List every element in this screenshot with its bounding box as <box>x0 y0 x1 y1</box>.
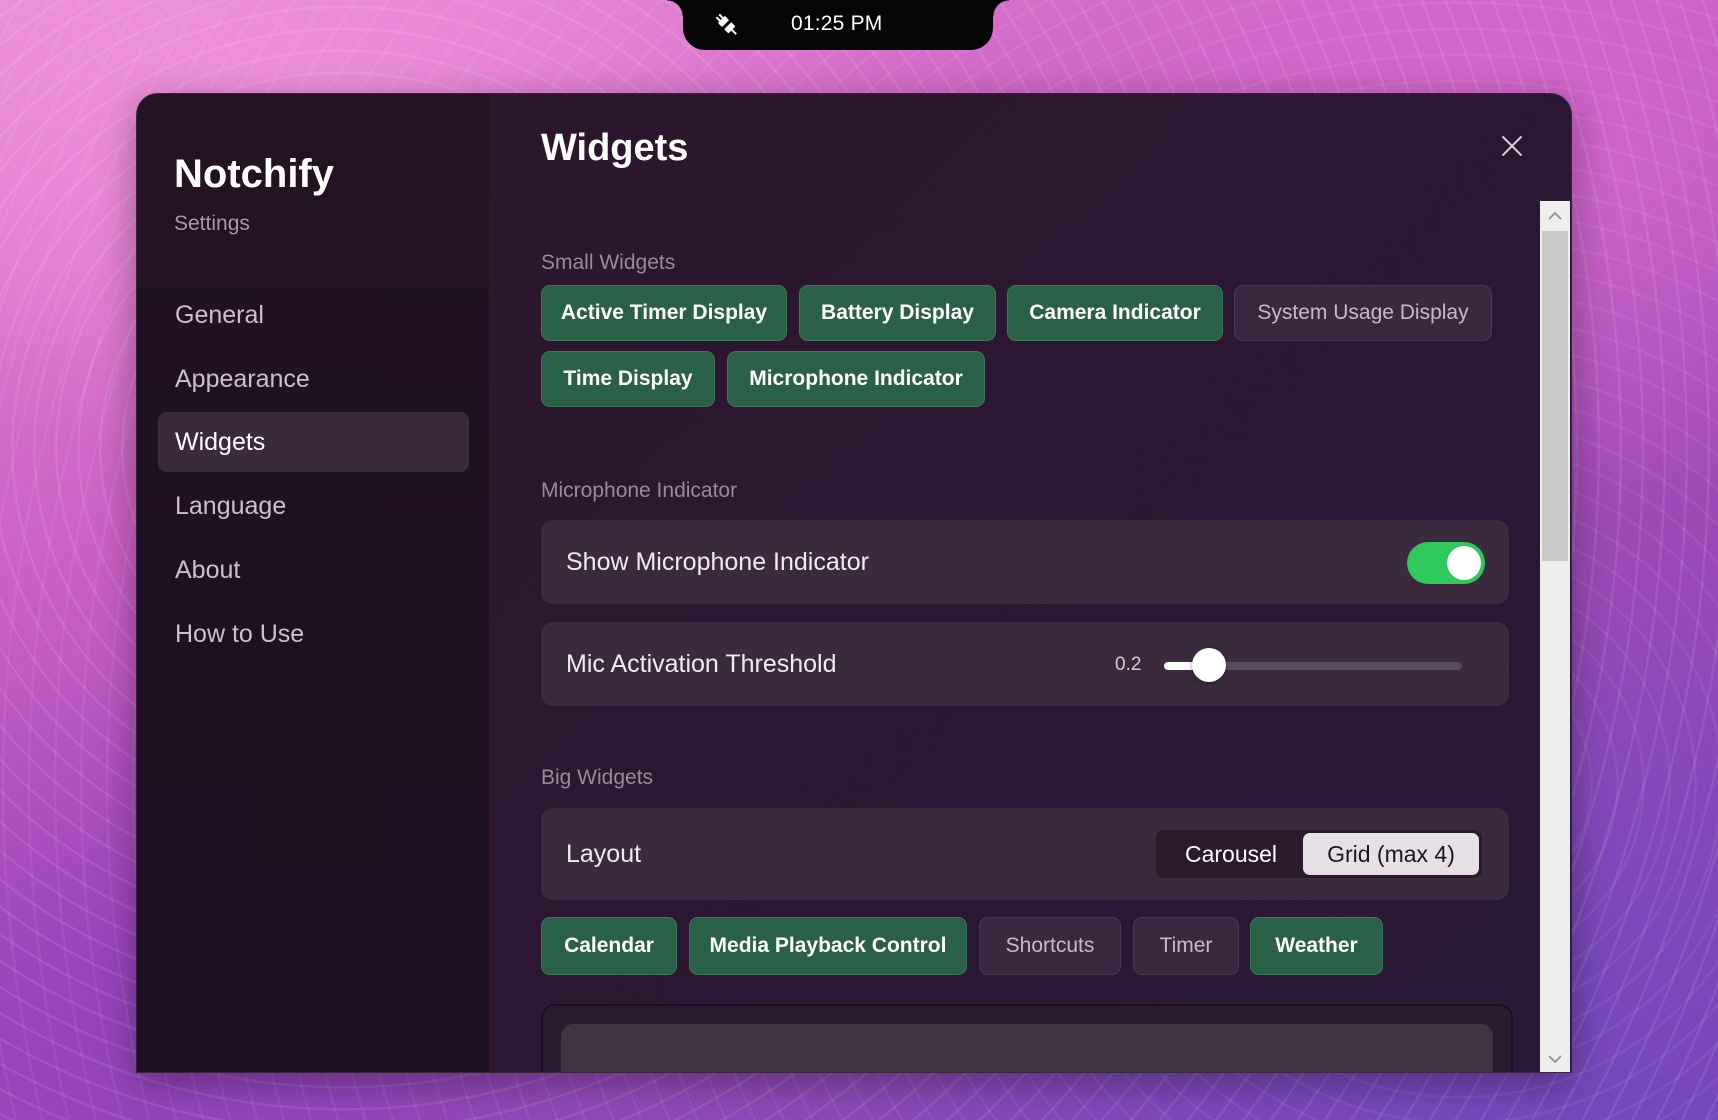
small-widgets-label: Small Widgets <box>541 251 676 274</box>
chip-microphone-indicator[interactable]: Microphone Indicator <box>727 351 985 407</box>
scrollbar[interactable] <box>1540 201 1570 1072</box>
sidebar-item-about[interactable]: About <box>158 540 469 600</box>
settings-window: Notchify Settings General Appearance Wid… <box>136 93 1572 1073</box>
sidebar-item-general[interactable]: General <box>158 285 469 345</box>
notch-time: 01:25 PM <box>791 12 883 35</box>
main-content: Widgets Small Widgets Active Timer Displ… <box>489 94 1571 1072</box>
app-subtitle: Settings <box>174 212 250 235</box>
scrollbar-thumb[interactable] <box>1542 231 1568 561</box>
chip-shortcuts[interactable]: Shortcuts <box>979 917 1121 975</box>
scroll-down-arrow-icon[interactable] <box>1540 1046 1570 1072</box>
show-microphone-label: Show Microphone Indicator <box>566 548 869 576</box>
chip-weather[interactable]: Weather <box>1250 917 1383 975</box>
chip-system-usage-display[interactable]: System Usage Display <box>1234 285 1492 341</box>
show-microphone-toggle[interactable] <box>1407 542 1485 584</box>
app-title: Notchify <box>174 152 334 196</box>
microphone-section-label: Microphone Indicator <box>541 479 738 502</box>
layout-card: Layout Carousel Grid (max 4) <box>541 808 1509 900</box>
sidebar-item-appearance[interactable]: Appearance <box>158 349 469 409</box>
notch-bar[interactable]: 01:25 PM <box>667 0 1009 50</box>
sidebar-item-widgets[interactable]: Widgets <box>158 412 469 472</box>
chip-time-display[interactable]: Time Display <box>541 351 715 407</box>
big-widgets-label: Big Widgets <box>541 766 654 789</box>
mic-threshold-slider[interactable] <box>1164 648 1462 682</box>
desktop-wallpaper: 01:25 PM Notchify Settings General Appea… <box>0 0 1718 1120</box>
chip-timer[interactable]: Timer <box>1133 917 1239 975</box>
big-widgets-preview <box>541 1004 1513 1072</box>
chip-calendar[interactable]: Calendar <box>541 917 677 975</box>
mic-threshold-value: 0.2 <box>1115 654 1142 675</box>
chip-battery-display[interactable]: Battery Display <box>799 285 996 341</box>
layout-segmented-control: Carousel Grid (max 4) <box>1156 830 1482 878</box>
mic-threshold-card: Mic Activation Threshold 0.2 <box>541 622 1509 706</box>
page-title: Widgets <box>541 127 689 169</box>
slider-thumb[interactable] <box>1191 648 1226 682</box>
layout-label: Layout <box>566 840 642 868</box>
sidebar: Notchify Settings General Appearance Wid… <box>137 94 489 1072</box>
sidebar-item-how-to-use[interactable]: How to Use <box>158 604 469 664</box>
mic-threshold-label: Mic Activation Threshold <box>566 650 837 678</box>
scroll-up-arrow-icon[interactable] <box>1540 203 1570 229</box>
sidebar-item-language[interactable]: Language <box>158 476 469 536</box>
chip-media-playback-control[interactable]: Media Playback Control <box>689 917 967 975</box>
preview-widget <box>561 1024 1493 1072</box>
chip-active-timer-display[interactable]: Active Timer Display <box>541 285 787 341</box>
show-microphone-card: Show Microphone Indicator <box>541 520 1509 604</box>
toggle-knob <box>1447 546 1481 580</box>
chip-camera-indicator[interactable]: Camera Indicator <box>1007 285 1223 341</box>
close-icon <box>1501 135 1523 162</box>
layout-option-grid[interactable]: Grid (max 4) <box>1303 833 1479 875</box>
layout-option-carousel[interactable]: Carousel <box>1159 833 1303 875</box>
close-button[interactable] <box>1494 130 1530 166</box>
plug-disconnected-icon <box>713 11 741 39</box>
